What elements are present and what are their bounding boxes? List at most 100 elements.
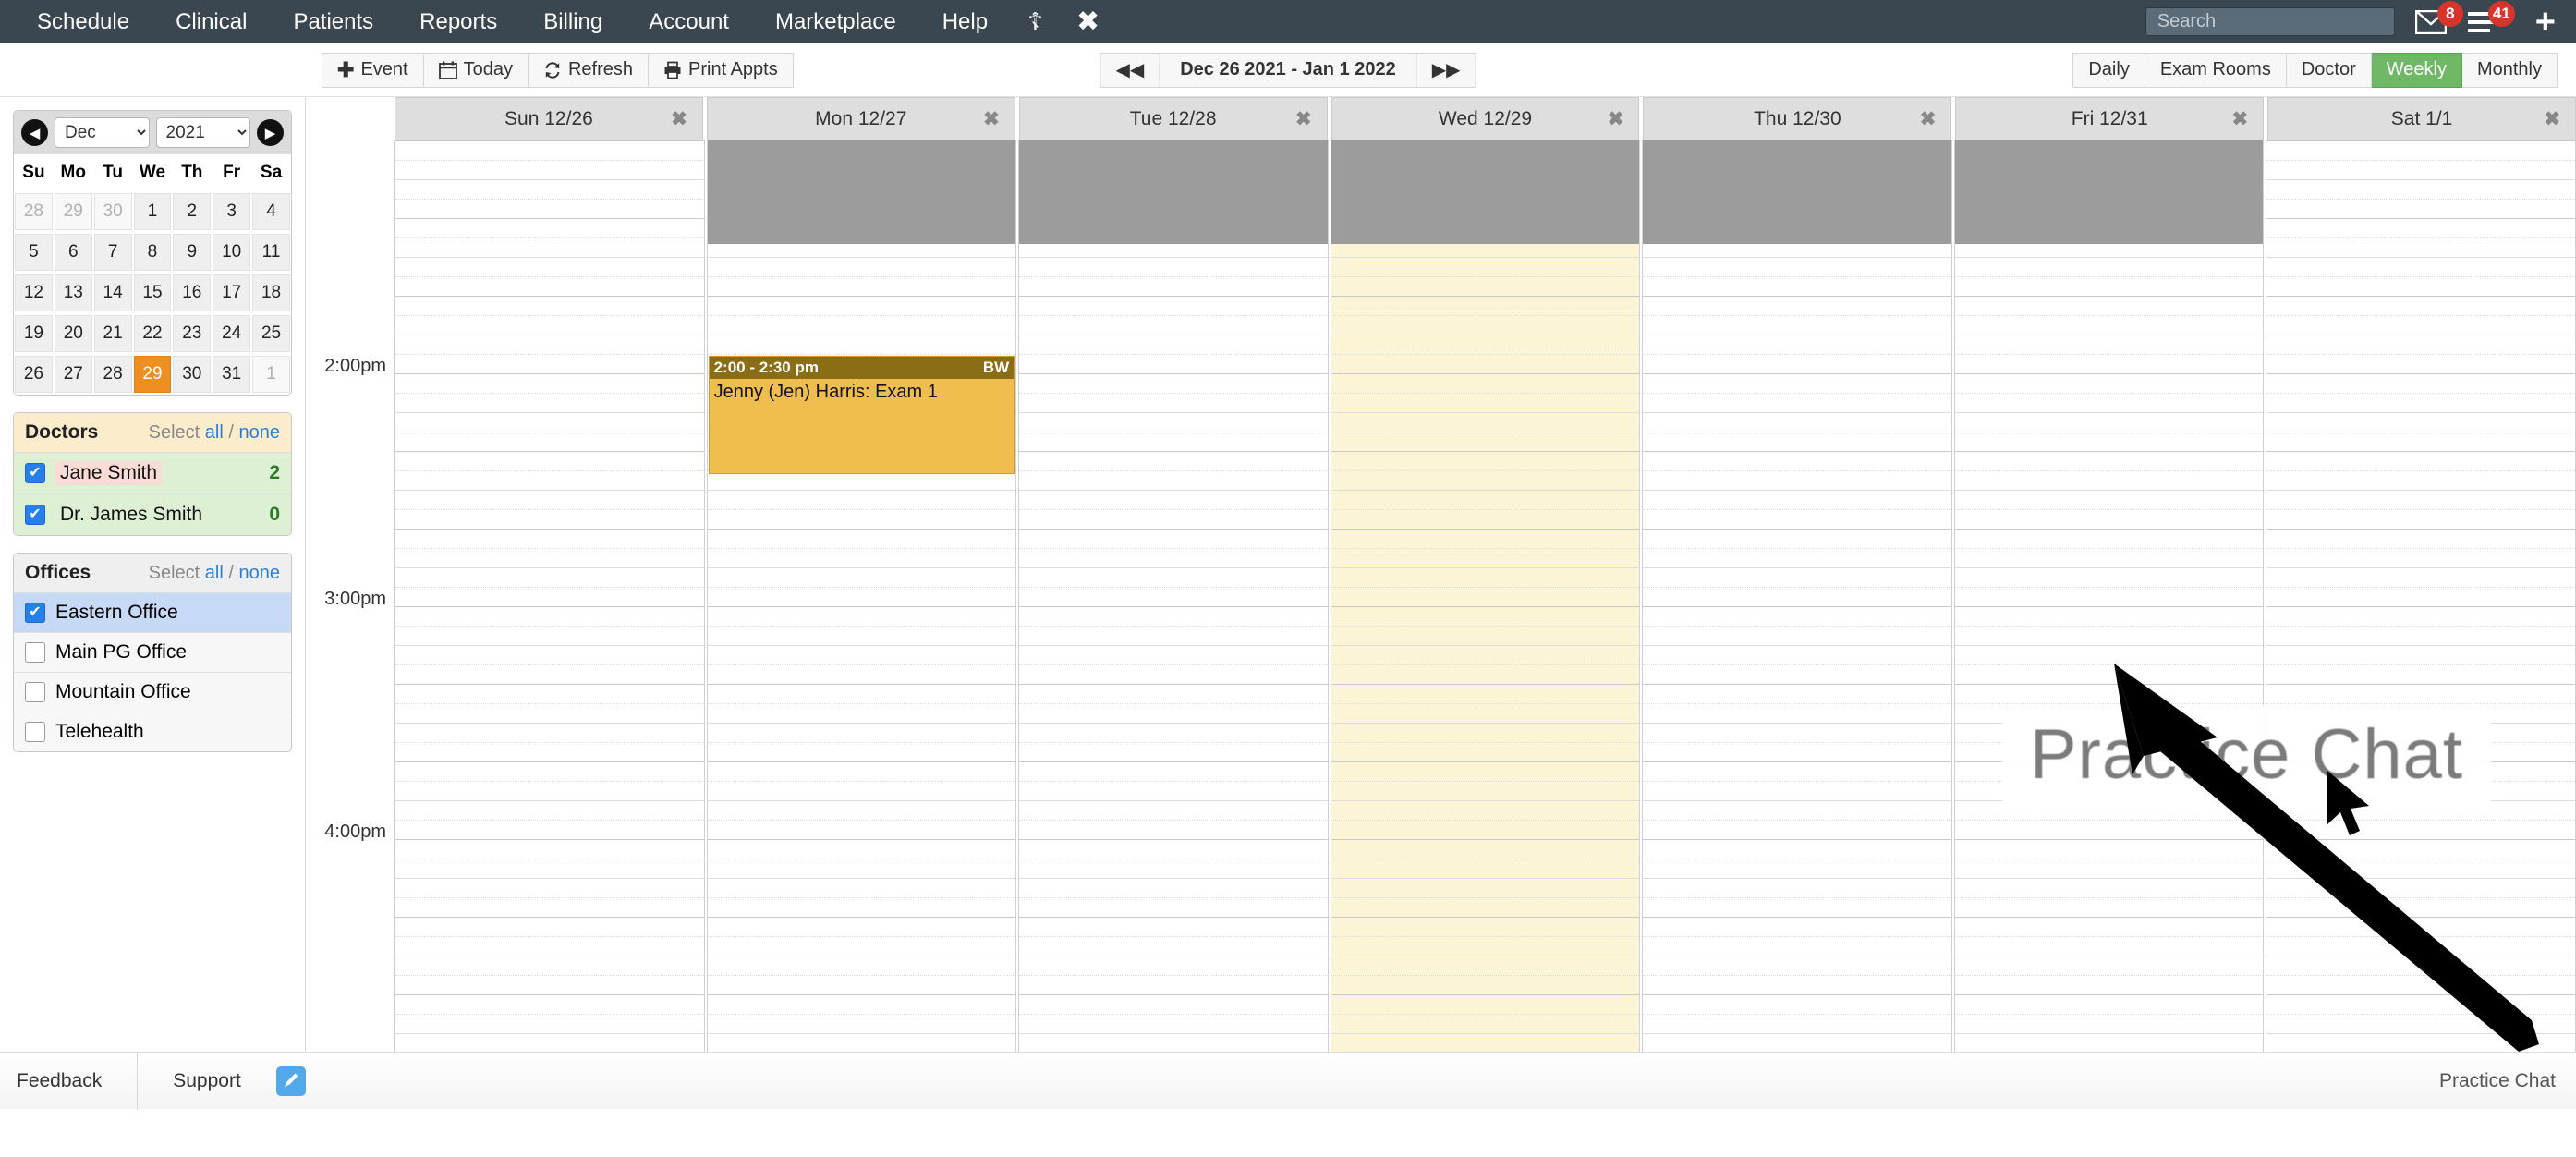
day-close-icon[interactable]: ✖ [1608, 108, 1624, 131]
mini-calendar-day[interactable]: 22 [133, 315, 172, 352]
mini-calendar-day[interactable]: 10 [213, 234, 251, 271]
nav-item-billing[interactable]: Billing [520, 0, 626, 43]
mini-calendar-day[interactable]: 23 [173, 315, 212, 352]
mini-calendar-day[interactable]: 24 [213, 315, 251, 352]
mini-calendar-day[interactable]: 8 [133, 234, 172, 271]
caduceus-icon[interactable]: ☦ [1011, 0, 1060, 43]
day-header[interactable]: Sat 1/1 ✖ [2267, 97, 2576, 140]
mini-calendar-day[interactable]: 11 [252, 234, 290, 271]
day-close-icon[interactable]: ✖ [983, 108, 1000, 131]
mini-calendar-day[interactable]: 19 [15, 315, 53, 352]
mini-calendar-day[interactable]: 9 [173, 234, 212, 271]
add-event-button[interactable]: ✚ Event [322, 52, 424, 88]
doctor-row[interactable]: Jane Smith 2 [14, 452, 291, 493]
year-select[interactable]: 20192020202120222023 [155, 117, 250, 148]
prev-week-button[interactable]: ◀◀ [1100, 52, 1160, 88]
view-daily-button[interactable]: Daily [2072, 52, 2145, 88]
doctors-select-none[interactable]: none [239, 422, 281, 443]
mini-calendar-day[interactable]: 29 [54, 193, 92, 230]
today-button[interactable]: Today [423, 52, 529, 88]
doctors-select-all[interactable]: all [205, 422, 224, 443]
mini-calendar-day[interactable]: 28 [15, 193, 53, 230]
office-checkbox[interactable] [25, 722, 45, 742]
mini-calendar-day[interactable]: 17 [213, 274, 251, 311]
day-header[interactable]: Wed 12/29 ✖ [1331, 97, 1640, 140]
mini-calendar-day[interactable]: 4 [252, 193, 290, 230]
mini-calendar-day[interactable]: 12 [15, 274, 53, 311]
appointment-event[interactable]: 2:00 - 2:30 pm BW Jenny (Jen) Harris: Exam… [708, 356, 1015, 474]
office-row[interactable]: Mountain Office [14, 672, 291, 712]
support-link[interactable]: Support [138, 1053, 276, 1110]
day-column[interactable] [395, 140, 705, 1052]
mini-calendar-day[interactable]: 3 [213, 193, 251, 230]
nav-item-reports[interactable]: Reports [396, 0, 520, 43]
view-exam-rooms-button[interactable]: Exam Rooms [2145, 52, 2287, 88]
mini-calendar-day[interactable]: 31 [213, 356, 251, 393]
office-row[interactable]: Telehealth [14, 712, 291, 751]
day-close-icon[interactable]: ✖ [2544, 108, 2560, 131]
day-close-icon[interactable]: ✖ [1295, 108, 1312, 131]
mini-calendar-day[interactable]: 16 [173, 274, 212, 311]
day-header[interactable]: Sun 12/26 ✖ [395, 97, 703, 140]
nav-item-help[interactable]: Help [919, 0, 1011, 43]
mini-calendar-day[interactable]: 6 [54, 234, 92, 271]
office-row[interactable]: Main PG Office [14, 632, 291, 672]
mini-calendar-day[interactable]: 30 [93, 193, 132, 230]
nav-item-clinical[interactable]: Clinical [152, 0, 270, 43]
day-header[interactable]: Mon 12/27 ✖ [706, 97, 1015, 140]
print-appts-button[interactable]: Print Appts [649, 52, 794, 88]
mini-calendar-day[interactable]: 5 [15, 234, 53, 271]
nav-item-account[interactable]: Account [626, 0, 752, 43]
office-checkbox[interactable] [25, 682, 45, 702]
menu-button[interactable]: 41 [2467, 0, 2515, 34]
view-weekly-button[interactable]: Weekly [2371, 52, 2462, 88]
day-header[interactable]: Thu 12/30 ✖ [1643, 97, 1952, 140]
mini-calendar-day[interactable]: 13 [54, 274, 92, 311]
search-input[interactable] [2145, 7, 2395, 36]
nav-item-marketplace[interactable]: Marketplace [752, 0, 919, 43]
chevron-right-icon[interactable]: ▶ [257, 119, 284, 146]
mini-calendar-day[interactable]: 28 [93, 356, 132, 393]
day-header[interactable]: Fri 12/31 ✖ [1955, 97, 2265, 140]
day-column[interactable] [1642, 140, 1952, 1052]
mini-calendar-day[interactable]: 2 [173, 193, 212, 230]
refresh-button[interactable]: Refresh [528, 52, 649, 88]
chevron-left-icon[interactable]: ◀ [21, 119, 48, 146]
nav-item-schedule[interactable]: Schedule [0, 0, 152, 43]
day-header[interactable]: Tue 12/28 ✖ [1018, 97, 1328, 140]
mini-calendar-day[interactable]: 7 [93, 234, 132, 271]
date-range-label[interactable]: Dec 26 2021 - Jan 1 2022 [1160, 52, 1417, 88]
day-column[interactable] [1018, 140, 1329, 1052]
mini-calendar-day[interactable]: 21 [93, 315, 132, 352]
day-column[interactable] [2266, 140, 2576, 1052]
next-week-button[interactable]: ▶▶ [1416, 52, 1476, 88]
mini-calendar-day[interactable]: 20 [54, 315, 92, 352]
doctor-checkbox[interactable] [25, 463, 45, 483]
month-select[interactable]: JanFebMarAprMayJunJulAugSepOctNovDec [55, 117, 150, 148]
day-close-icon[interactable]: ✖ [1920, 108, 1937, 131]
doctor-row[interactable]: Dr. James Smith 0 [14, 493, 291, 535]
mini-calendar-day[interactable]: 26 [15, 356, 53, 393]
mini-calendar-day[interactable]: 30 [173, 356, 212, 393]
mini-calendar-day[interactable]: 14 [93, 274, 132, 311]
office-checkbox[interactable] [25, 642, 45, 663]
mini-calendar-day[interactable]: 27 [54, 356, 92, 393]
view-monthly-button[interactable]: Monthly [2461, 52, 2558, 88]
day-close-icon[interactable]: ✖ [671, 108, 687, 131]
view-doctor-button[interactable]: Doctor [2286, 52, 2372, 88]
feedback-link[interactable]: Feedback [0, 1052, 139, 1110]
offices-select-all[interactable]: all [205, 563, 224, 583]
day-column[interactable] [1330, 140, 1641, 1052]
pencil-icon[interactable] [275, 1066, 306, 1096]
mini-calendar-day[interactable]: 1 [252, 356, 290, 393]
nav-item-patients[interactable]: Patients [270, 0, 396, 43]
day-column[interactable] [1953, 140, 2265, 1052]
offices-select-none[interactable]: none [239, 563, 281, 583]
mini-calendar-day[interactable]: 15 [133, 274, 172, 311]
office-checkbox[interactable] [25, 603, 45, 623]
office-row[interactable]: Eastern Office [14, 592, 291, 632]
day-column[interactable]: 2:00 - 2:30 pm BW Jenny (Jen) Harris: Exam… [706, 140, 1017, 1052]
close-icon[interactable]: ✖ [1060, 0, 1116, 43]
messages-button[interactable]: 8 [2414, 0, 2463, 34]
day-close-icon[interactable]: ✖ [2232, 108, 2249, 131]
